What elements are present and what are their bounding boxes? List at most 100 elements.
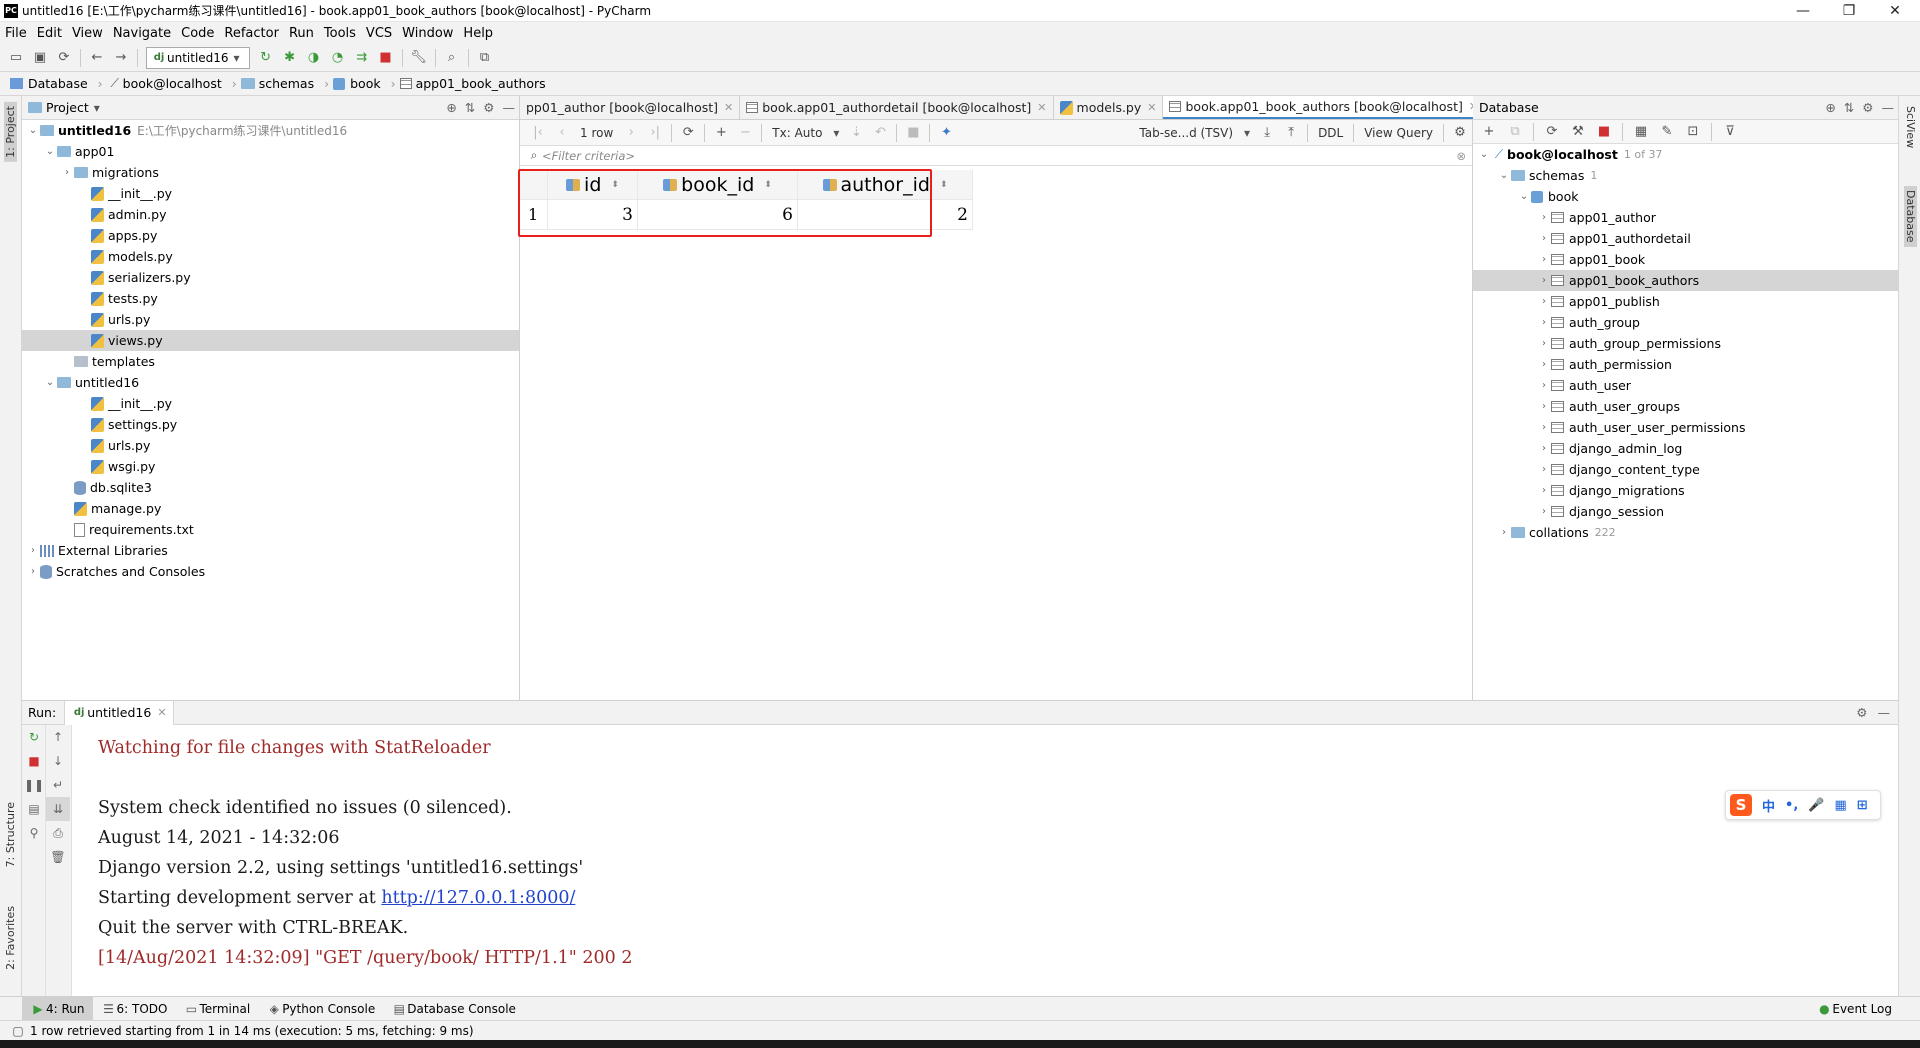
chevron-right-icon[interactable]: › [1537, 443, 1551, 454]
project-tree-item[interactable]: › Scratches and Consoles [22, 561, 519, 582]
breadcrumb-schema[interactable]: book [333, 76, 381, 91]
project-tree-item[interactable]: templates [22, 351, 519, 372]
project-tree-item[interactable]: __init__.py [22, 393, 519, 414]
pin-tab-icon[interactable]: ✦ [934, 121, 958, 145]
layout-icon[interactable]: ▤ [22, 797, 46, 821]
edit-icon[interactable]: ✎ [1655, 120, 1679, 144]
commit-icon[interactable]: ⇣ [844, 121, 868, 145]
ime-chinese-mode[interactable]: 中 [1762, 796, 1775, 815]
project-tree-item[interactable]: __init__.py [22, 183, 519, 204]
gear-icon[interactable]: ⚙ [1856, 705, 1867, 720]
export-icon[interactable]: ⤓ [1255, 121, 1279, 145]
export-format-select[interactable]: Tab-se...d (TSV) [1139, 126, 1233, 140]
chevron-down-icon[interactable]: ⌄ [43, 146, 57, 157]
chevron-right-icon[interactable]: › [26, 545, 40, 556]
hide-icon[interactable]: — [1878, 705, 1891, 720]
project-tree-item[interactable]: › External Libraries [22, 540, 519, 561]
db-collations-row[interactable]: › collations 222 [1473, 522, 1898, 543]
db-table-item[interactable]: › app01_author [1473, 207, 1898, 228]
forward-arrow-icon[interactable]: → [109, 46, 133, 70]
structure-tool-tab[interactable]: 7: Structure [4, 802, 17, 867]
rerun-icon[interactable]: ↻ [254, 46, 278, 70]
db-table-item[interactable]: › auth_user [1473, 375, 1898, 396]
table-editor-icon[interactable]: ▦ [1629, 120, 1653, 144]
project-tree-item[interactable]: ⌄ app01 [22, 141, 519, 162]
status-toggle-icon[interactable]: ▢ [10, 1023, 26, 1039]
close-icon[interactable]: ✕ [724, 101, 733, 114]
db-table-item[interactable]: › auth_permission [1473, 354, 1898, 375]
chevron-right-icon[interactable]: › [1537, 233, 1551, 244]
ddl-icon[interactable]: ⊡ [1681, 120, 1705, 144]
chevron-right-icon[interactable]: › [1537, 338, 1551, 349]
scroll-to-end-icon[interactable]: ⇊ [46, 797, 70, 821]
stop-icon[interactable]: ■ [374, 46, 398, 70]
refresh-icon[interactable]: ⟳ [676, 121, 700, 145]
hide-icon[interactable]: — [1882, 100, 1895, 115]
pin-icon[interactable]: ⚲ [22, 821, 46, 845]
back-arrow-icon[interactable]: ← [85, 46, 109, 70]
db-table-item[interactable]: › auth_group_permissions [1473, 333, 1898, 354]
collapse-all-icon[interactable]: ⇅ [465, 100, 475, 115]
run-tool-tab[interactable]: ▶ 4: Run [22, 996, 93, 1021]
chevron-right-icon[interactable]: › [1537, 212, 1551, 223]
menu-code[interactable]: Code [176, 26, 219, 41]
event-log-tool-tab[interactable]: ● Event Log [1808, 997, 1900, 1021]
menu-run[interactable]: Run [284, 26, 319, 41]
cancel-query-icon[interactable]: ■ [901, 121, 925, 145]
close-icon[interactable]: ✕ [1037, 101, 1046, 114]
chevron-down-icon[interactable]: ⌄ [26, 125, 40, 136]
close-window-button[interactable]: ✕ [1872, 0, 1918, 22]
sort-icon[interactable]: ⬍ [940, 180, 948, 190]
chevron-right-icon[interactable]: › [1537, 401, 1551, 412]
project-tree-item[interactable]: urls.py [22, 435, 519, 456]
menu-view[interactable]: View [67, 26, 108, 41]
project-tree-item[interactable]: manage.py [22, 498, 519, 519]
project-tree-item[interactable]: settings.py [22, 414, 519, 435]
first-page-icon[interactable]: |‹ [526, 121, 550, 145]
previous-page-icon[interactable]: ‹ [550, 121, 574, 145]
db-schema-row[interactable]: ⌄ book [1473, 186, 1898, 207]
locate-icon[interactable]: ⊕ [446, 100, 456, 115]
minimize-button[interactable]: — [1780, 0, 1826, 22]
chevron-down-icon[interactable]: ⌄ [1517, 191, 1531, 202]
db-table-item[interactable]: › django_session [1473, 501, 1898, 522]
db-table-item[interactable]: › auth_user_user_permissions [1473, 417, 1898, 438]
tab-authordetail-table[interactable]: book.app01_authordetail [book@localhost]… [740, 96, 1054, 119]
chevron-right-icon[interactable]: › [60, 167, 74, 178]
favorites-tool-tab[interactable]: 2: Favorites [4, 906, 17, 970]
terminal-tool-tab[interactable]: ▭ Terminal [175, 997, 258, 1021]
chevron-right-icon[interactable]: › [1537, 464, 1551, 475]
copy-icon[interactable]: ⧉ [1503, 120, 1527, 144]
db-table-item[interactable]: › django_migrations [1473, 480, 1898, 501]
project-tree-item[interactable]: urls.py [22, 309, 519, 330]
row-count-select[interactable]: 1 row [580, 126, 613, 140]
menu-edit[interactable]: Edit [32, 26, 67, 41]
run-configuration-select[interactable]: dj untitled16 ▾ [146, 46, 250, 69]
collapse-all-icon[interactable]: ⇅ [1844, 100, 1854, 115]
database-tool-tab[interactable]: Database [1904, 186, 1917, 247]
chevron-right-icon[interactable]: › [1537, 359, 1551, 370]
clear-filter-icon[interactable]: ⊗ [1456, 149, 1466, 163]
ddl-button[interactable]: DDL [1318, 126, 1343, 140]
gear-icon[interactable]: ⚙ [483, 100, 494, 115]
delete-row-icon[interactable]: − [733, 121, 757, 145]
server-url-link[interactable]: http://127.0.0.1:8000/ [381, 888, 575, 908]
microphone-icon[interactable]: 🎤 [1808, 798, 1824, 813]
add-row-icon[interactable]: + [709, 121, 733, 145]
chevron-right-icon[interactable]: › [26, 566, 40, 577]
ime-punctuation-icon[interactable]: •, [1785, 798, 1798, 813]
concurrency-icon[interactable]: ⇉ [350, 46, 374, 70]
db-table-item[interactable]: › auth_user_groups [1473, 396, 1898, 417]
disconnect-icon[interactable]: ■ [1592, 120, 1616, 144]
breadcrumb-table[interactable]: app01_book_authors [399, 76, 546, 91]
close-icon[interactable]: ✕ [157, 706, 166, 719]
filter-icon[interactable]: ⊽ [1718, 120, 1742, 144]
chevron-right-icon[interactable]: › [1537, 422, 1551, 433]
db-table-item[interactable]: › app01_publish [1473, 291, 1898, 312]
breadcrumb-database[interactable]: Database [10, 76, 88, 91]
refresh-icon[interactable]: ⟳ [1540, 120, 1564, 144]
locate-icon[interactable]: ⊕ [1825, 100, 1835, 115]
tab-models-py[interactable]: models.py ✕ [1054, 96, 1164, 119]
menu-navigate[interactable]: Navigate [108, 26, 176, 41]
search-icon[interactable]: ⌕ [440, 46, 464, 70]
